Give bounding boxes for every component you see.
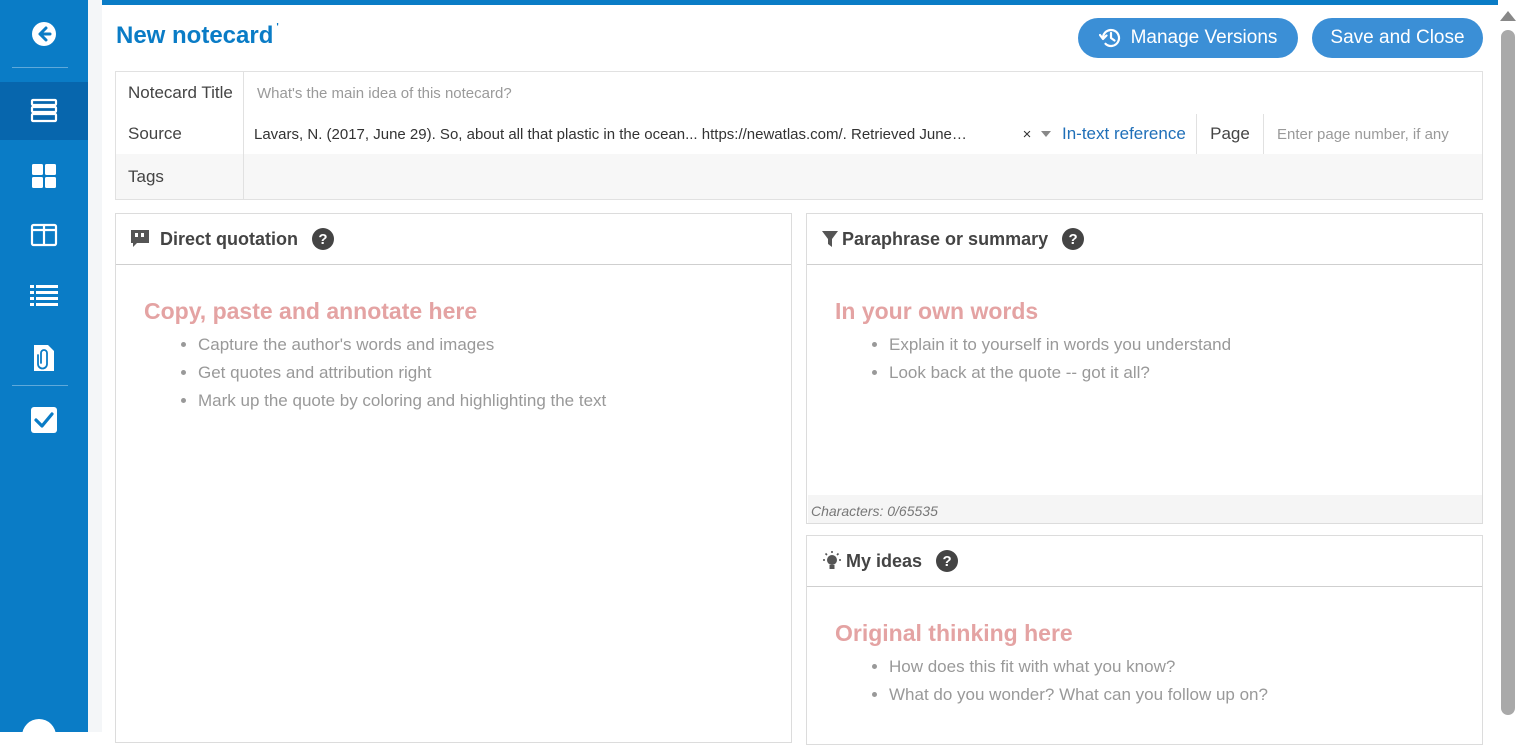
checkbox-tasks-icon (31, 407, 57, 433)
help-icon[interactable]: ? (936, 550, 959, 572)
direct-quotation-panel: Direct quotation ? Copy, paste and annot… (115, 213, 792, 743)
my-ideas-header: My ideas ? (807, 536, 1482, 587)
paraphrase-editor[interactable] (807, 265, 1482, 494)
sidebar-item-attachments[interactable] (0, 330, 88, 386)
scrollbar-thumb[interactable] (1501, 30, 1515, 715)
help-icon[interactable]: ? (312, 228, 334, 250)
save-close-label: Save and Close (1330, 27, 1465, 48)
in-text-reference-link[interactable]: In-text reference (1056, 124, 1196, 144)
tags-row: Tags (116, 154, 1482, 199)
page-title-text: New notecard (116, 22, 274, 49)
history-icon (1098, 28, 1120, 48)
tags-input[interactable] (244, 154, 1482, 199)
sidebar-item-split-view[interactable] (0, 207, 88, 263)
paraphrase-title: Paraphrase or summary (842, 228, 1049, 249)
title-row: Notecard Title What's the main idea of t… (116, 72, 1482, 114)
my-ideas-editor[interactable] (807, 587, 1482, 744)
sidebar-gutter (88, 0, 102, 732)
page-label: Page (1196, 114, 1264, 154)
paraphrase-header: Paraphrase or summary ? (807, 214, 1482, 265)
notecard-fields: Notecard Title What's the main idea of t… (115, 71, 1483, 200)
sidebar (0, 0, 88, 753)
quote-bubble-icon (131, 230, 149, 247)
notecards-stack-icon (30, 98, 58, 123)
scroll-up-arrow-icon[interactable] (1500, 11, 1516, 21)
back-button[interactable] (0, 6, 88, 62)
source-clear-button[interactable]: × (1018, 126, 1036, 143)
filter-icon (822, 231, 838, 247)
direct-quotation-header: Direct quotation ? (116, 214, 791, 265)
title-input[interactable]: What's the main idea of this notecard? (244, 72, 1482, 114)
tags-label: Tags (116, 154, 244, 199)
source-dropdown-button[interactable] (1036, 124, 1056, 144)
help-icon[interactable]: ? (1062, 228, 1085, 250)
save-close-button[interactable]: Save and Close (1312, 18, 1483, 58)
split-view-icon (30, 223, 58, 247)
paraphrase-panel: Paraphrase or summary ? In your own word… (806, 213, 1483, 524)
manage-versions-button[interactable]: Manage Versions (1078, 18, 1298, 58)
manage-versions-label: Manage Versions (1130, 27, 1278, 48)
sidebar-divider (12, 67, 68, 68)
source-row: Source Lavars, N. (2017, June 29). So, a… (116, 114, 1482, 154)
my-ideas-panel: My ideas ? Original thinking here How do… (806, 535, 1483, 745)
back-arrow-icon (32, 22, 56, 46)
outline-list-icon (30, 285, 58, 306)
sidebar-item-notecards[interactable] (0, 82, 88, 140)
source-select[interactable]: Lavars, N. (2017, June 29). So, about al… (244, 126, 1018, 143)
sidebar-divider (12, 385, 68, 386)
direct-quotation-editor[interactable] (116, 265, 791, 742)
page-title: New notecard ' (116, 22, 279, 50)
character-count: Characters: 0/65535 (808, 495, 1482, 523)
sidebar-item-dashboard[interactable] (0, 148, 88, 204)
top-accent-bar (102, 0, 1498, 5)
direct-quotation-title: Direct quotation (160, 228, 298, 249)
lightbulb-icon (823, 551, 841, 569)
attachment-doc-icon (34, 345, 54, 371)
sidebar-item-tasks[interactable] (0, 392, 88, 448)
user-avatar[interactable] (22, 719, 56, 753)
my-ideas-title: My ideas (846, 550, 923, 571)
title-label: Notecard Title (116, 72, 244, 114)
source-label: Source (116, 114, 244, 154)
title-mark: ' (276, 22, 279, 33)
caret-down-icon (1041, 131, 1051, 137)
sidebar-item-outline[interactable] (0, 267, 88, 323)
page-input[interactable]: Enter page number, if any (1264, 126, 1449, 143)
dashboard-grid-icon (32, 164, 56, 188)
